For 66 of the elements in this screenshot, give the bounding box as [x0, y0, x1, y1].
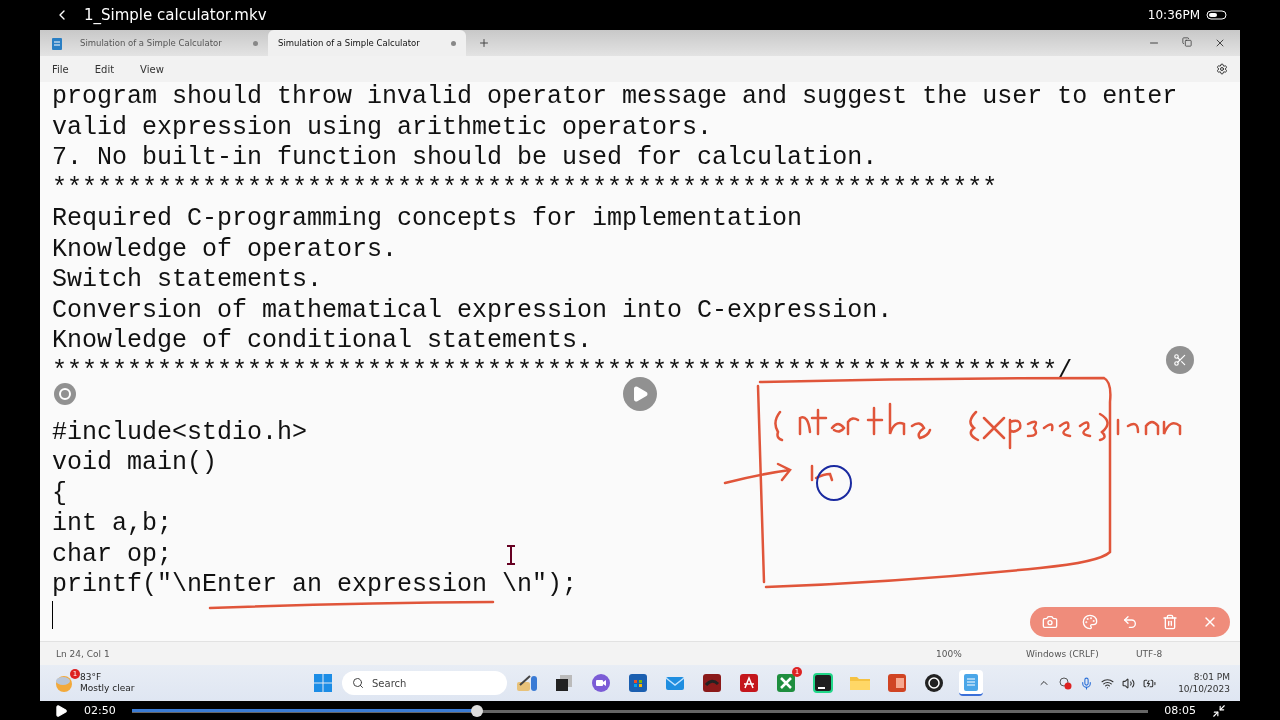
code-line: printf("\nEnter an expression \n"); [52, 570, 578, 599]
zoom-level: 100% [936, 648, 963, 659]
text-cursor [52, 600, 53, 629]
code-line: char op; [52, 539, 173, 569]
ring-icon [59, 388, 71, 400]
encoding: UTF-8 [1136, 648, 1164, 659]
code-line: 7. No built-in function should be used for calculation. [52, 143, 878, 172]
search-field[interactable]: Search [342, 671, 507, 695]
new-tab-icon[interactable] [478, 37, 490, 49]
unsaved-dot-icon [451, 40, 456, 46]
record-icon[interactable] [922, 671, 946, 695]
temperature: 83°F [80, 672, 103, 683]
duration: 08:05 [1164, 704, 1196, 717]
video-title: 1_Simple calculator.mkv [84, 6, 267, 24]
close-icon[interactable] [1214, 37, 1226, 49]
progress-thumb[interactable] [471, 704, 484, 717]
search-icon [352, 677, 364, 689]
code-line: int a,b; [52, 509, 173, 538]
code-line: *************************************************************** [52, 173, 998, 203]
slides-icon[interactable] [885, 671, 909, 695]
tab[interactable]: Simulation of a Simple Calculator [268, 30, 466, 56]
app-icon[interactable] [700, 671, 724, 695]
play-icon[interactable] [54, 703, 68, 718]
menu-item[interactable]: File [52, 63, 69, 75]
ide-icon[interactable] [811, 671, 835, 695]
video-chat-icon[interactable] [589, 671, 613, 695]
scissors-icon [1173, 353, 1187, 367]
unsaved-dot-icon [253, 40, 258, 46]
shrink-icon[interactable] [1212, 703, 1226, 718]
elapsed-time: 02:50 [84, 704, 116, 717]
tray-time: 8:01 PM [1193, 671, 1230, 683]
tray-date: 10/10/2023 [1178, 683, 1230, 695]
code-line: Switch statements. [52, 265, 323, 294]
menu-item[interactable]: Edit [94, 63, 115, 75]
code-line: Knowledge of operators. [52, 234, 398, 264]
code-line: valid expression using arithmetic operators. [52, 112, 713, 142]
code-line: *******************************************************************/ [52, 356, 1073, 386]
microphone-icon[interactable] [1080, 676, 1094, 690]
i-beam-cursor-icon [506, 545, 516, 565]
battery-icon [1206, 10, 1228, 20]
code-line: Knowledge of conditional statements. [52, 326, 593, 355]
volume-icon[interactable] [1122, 676, 1136, 690]
code-line: { [52, 478, 67, 508]
code-line: Conversion of mathematical expression into C-expression. [52, 295, 893, 325]
notepad-icon[interactable] [959, 670, 983, 696]
settings-icon[interactable] [1216, 63, 1228, 75]
network-error-icon [1058, 676, 1073, 690]
cursor-position: Ln 24, Col 1 [56, 648, 111, 659]
restore-icon[interactable] [1182, 37, 1192, 47]
tab[interactable]: Simulation of a Simple Calculator [70, 30, 268, 56]
menu-item[interactable]: View [140, 63, 164, 75]
code-line: #include<stdio.h> [52, 417, 308, 447]
code-line: program should throw invalid operator message and suggest the user to enter [52, 82, 1178, 111]
circled-mark-drawing [810, 464, 852, 501]
shopping-bag-icon[interactable] [626, 671, 650, 695]
code-line: void main() [52, 448, 218, 477]
line-ending: Windows (CRLF) [1026, 648, 1100, 659]
start-icon[interactable] [314, 674, 332, 692]
arrow-drawing [723, 462, 792, 485]
clock: 10:36PM [1147, 8, 1200, 22]
pdf-icon[interactable] [737, 671, 761, 695]
notepad-icon [52, 36, 62, 50]
wifi-icon[interactable] [1101, 676, 1115, 690]
play-icon [631, 385, 649, 403]
weather-condition: Mostly clear [80, 683, 135, 694]
code-line: Required C-programming concepts for implementation [52, 204, 803, 233]
